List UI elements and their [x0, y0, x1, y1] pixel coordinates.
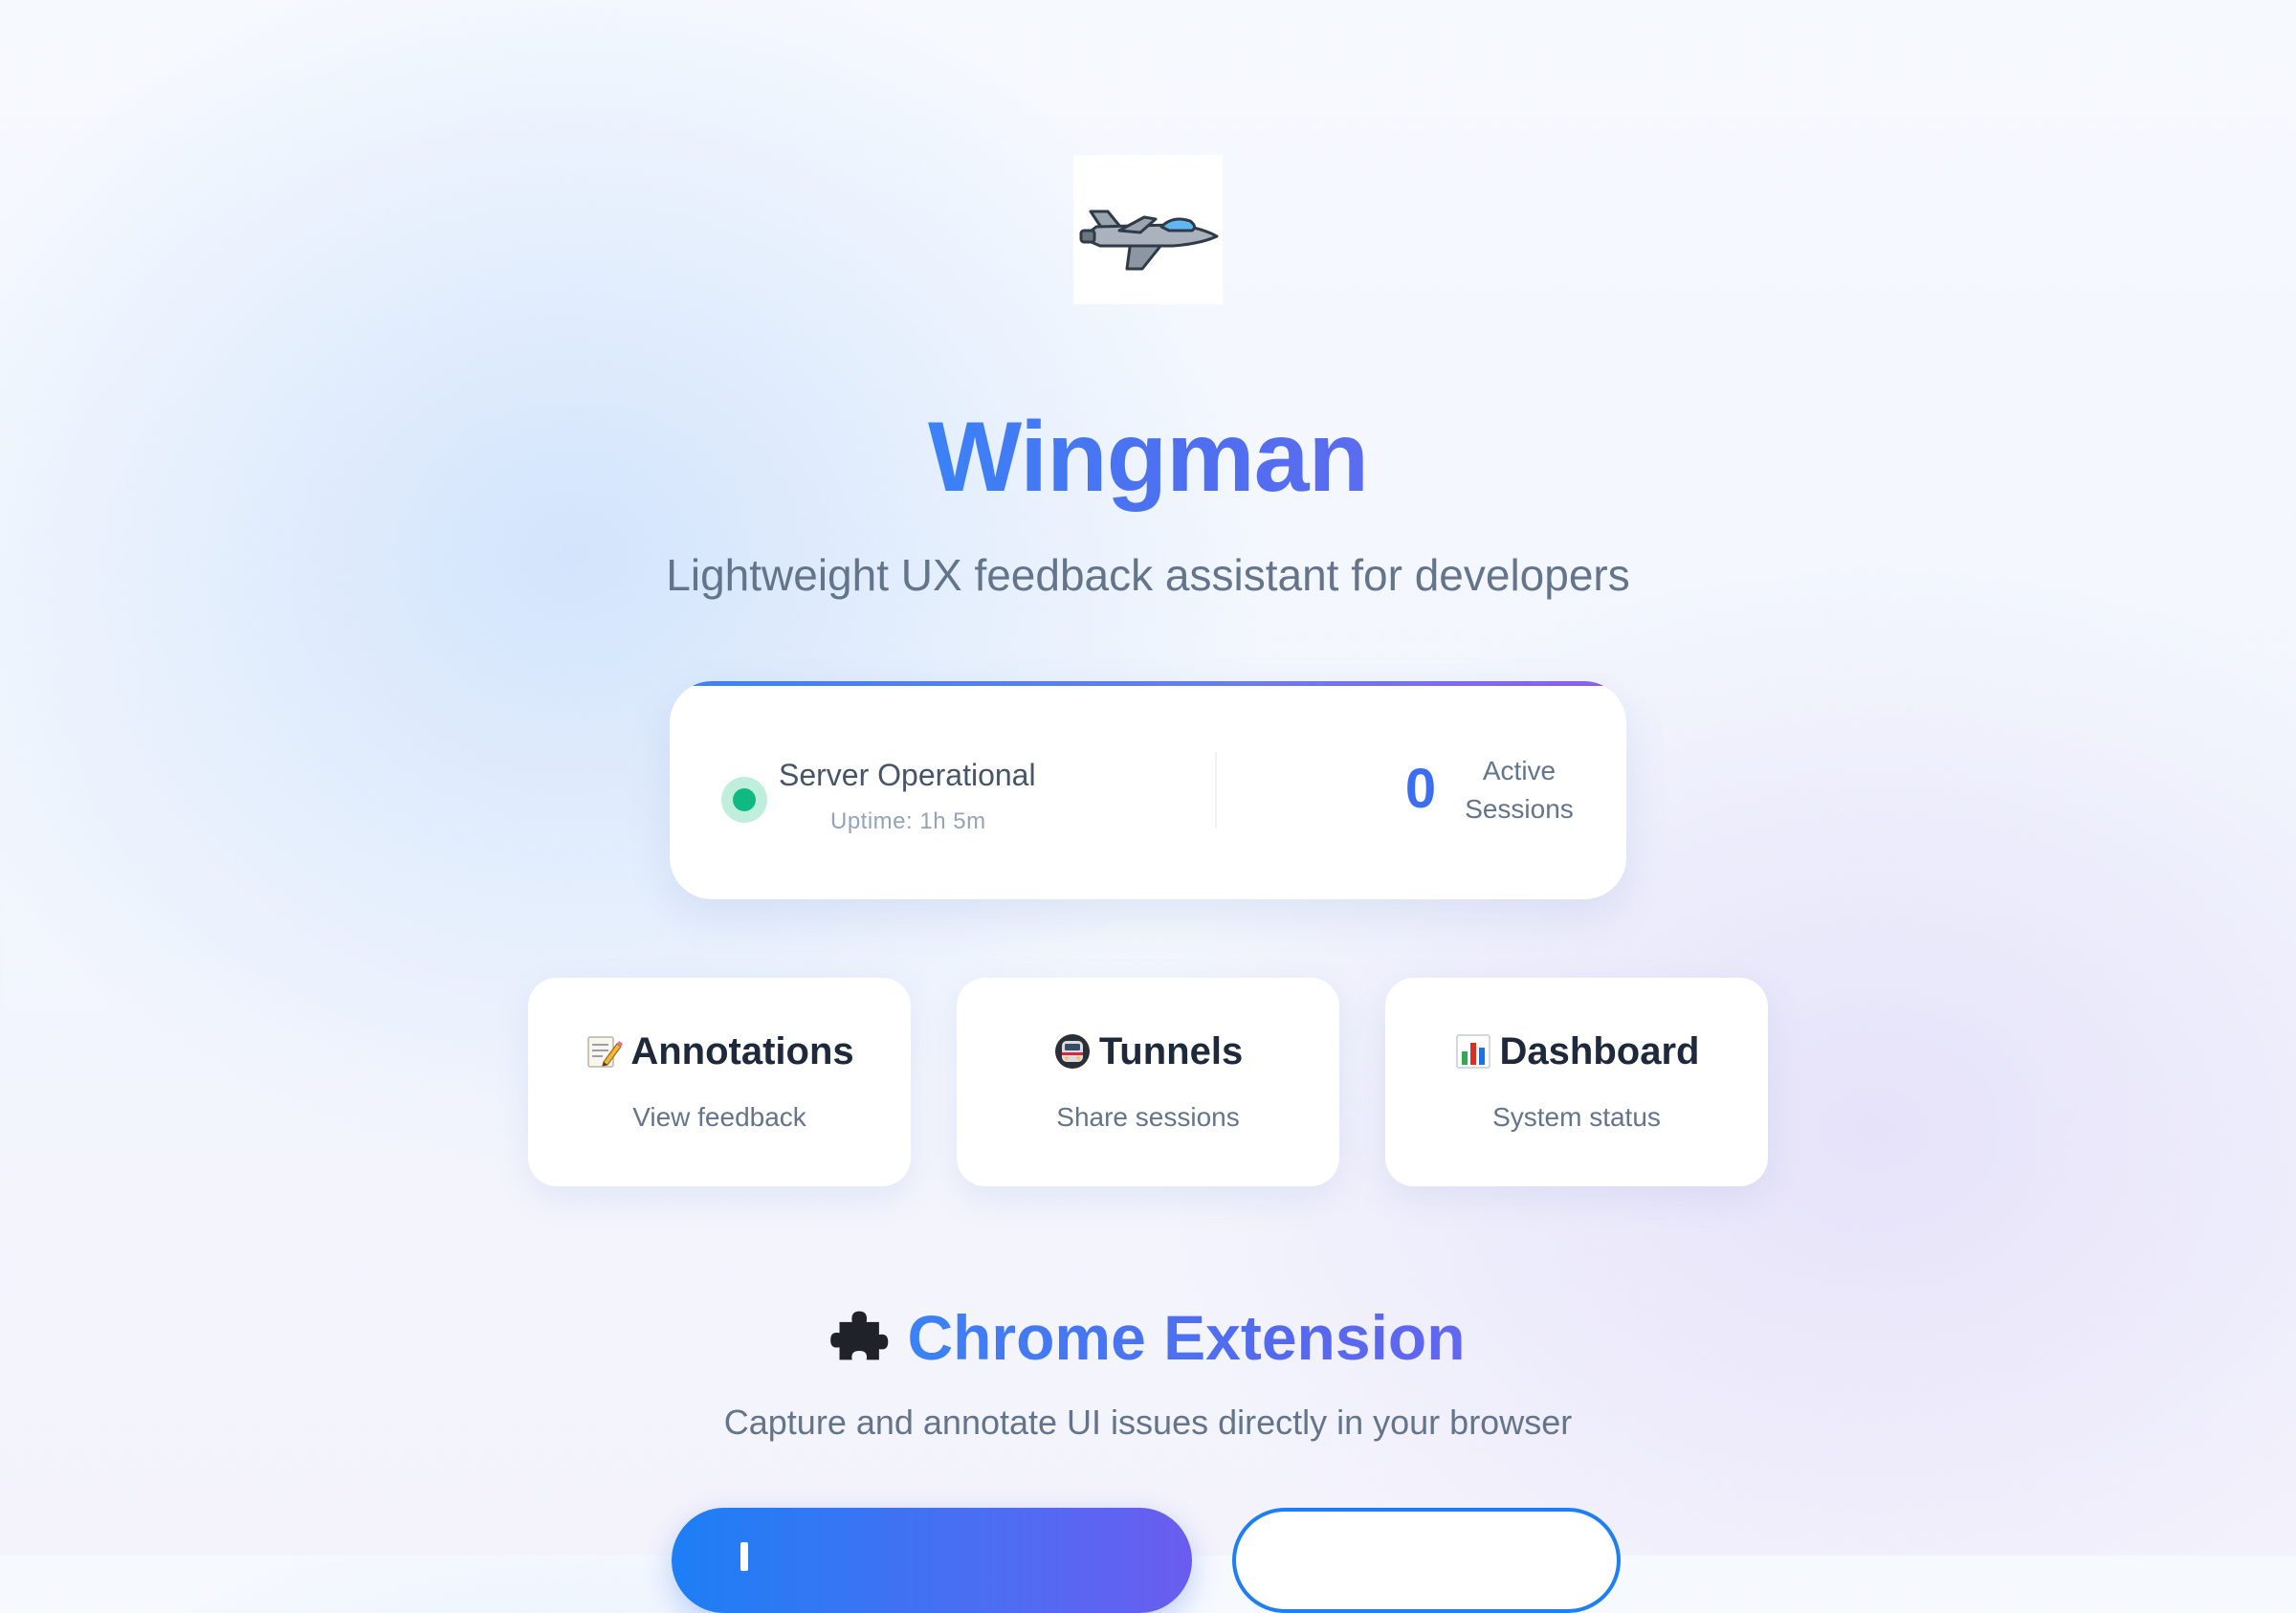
fighter-jet-icon	[1079, 210, 1219, 271]
card-header: Annotations	[528, 1027, 911, 1075]
card-subtitle: View feedback	[632, 1102, 806, 1132]
card-title: Annotations	[630, 1030, 854, 1072]
download-icon	[740, 1542, 748, 1571]
card-header: Tunnels	[957, 1027, 1339, 1075]
app-title: Wingman	[927, 402, 1369, 513]
extension-subtitle: Capture and annotate UI issues directly …	[723, 1403, 1573, 1442]
secondary-extension-button[interactable]	[1232, 1508, 1621, 1613]
card-accent-bar	[670, 681, 1626, 686]
dashboard-card[interactable]: Dashboard System status	[1385, 978, 1768, 1186]
app-logo	[1073, 155, 1223, 304]
metro-train-icon	[1054, 1034, 1090, 1069]
server-status: Server Operational Uptime: 1h 5m	[721, 742, 1219, 857]
status-label: Server Operational	[779, 758, 1036, 792]
active-sessions-label: Active Sessions	[1465, 756, 1574, 824]
status-indicator	[721, 777, 767, 823]
extension-title: Chrome Extension	[907, 1299, 1465, 1376]
app-subtitle: Lightweight UX feedback assistant for de…	[666, 550, 1630, 600]
card-title: Tunnels	[1098, 1030, 1244, 1072]
card-subtitle: Share sessions	[1056, 1102, 1240, 1132]
card-title: Dashboard	[1499, 1030, 1700, 1072]
server-status-card: Server Operational Uptime: 1h 5m 0 Activ…	[670, 681, 1626, 899]
status-divider	[1215, 752, 1217, 829]
extension-heading: Chrome Extension	[0, 1299, 2296, 1376]
install-extension-button[interactable]	[672, 1508, 1192, 1613]
puzzle-piece-icon	[830, 1311, 889, 1360]
annotations-card[interactable]: Annotations View feedback	[528, 978, 911, 1186]
tunnels-card[interactable]: Tunnels Share sessions	[957, 978, 1339, 1186]
card-subtitle: System status	[1492, 1102, 1661, 1132]
uptime-text: Uptime: 1h 5m	[830, 808, 986, 834]
status-dot-icon	[733, 788, 756, 811]
memo-icon	[587, 1036, 624, 1068]
card-header: Dashboard	[1385, 1027, 1768, 1075]
bar-chart-icon	[1455, 1034, 1490, 1069]
